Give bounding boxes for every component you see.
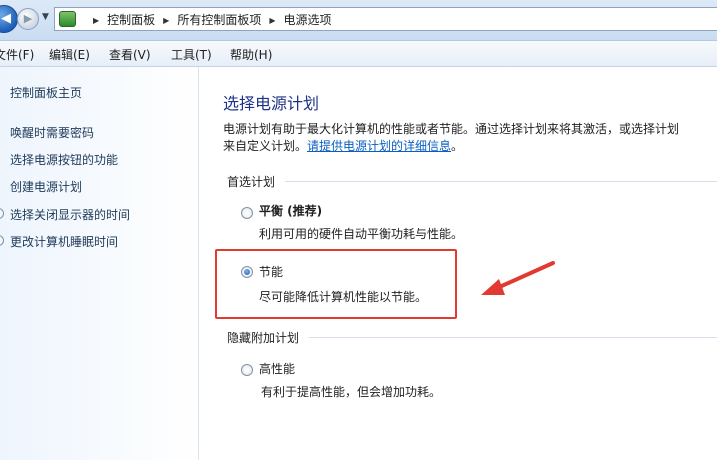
address-field[interactable]: ▶ 控制面板 ▶ 所有控制面板项 ▶ 电源选项: [54, 7, 717, 31]
sidebar: 控制面板主页 唤醒时需要密码 选择电源按钮的功能 创建电源计划 选择关闭显示器的…: [0, 67, 199, 460]
menu-edit[interactable]: 编辑(E): [49, 46, 90, 63]
address-bar: ◀ ▶ ▼ ▶ 控制面板 ▶ 所有控制面板项 ▶ 电源选项: [0, 0, 717, 41]
power-saver-plan-name[interactable]: 节能: [259, 263, 283, 280]
menu-tools[interactable]: 工具(T): [171, 46, 212, 63]
balanced-plan-desc: 利用可用的硬件自动平衡功耗与性能。: [259, 227, 464, 241]
balanced-plan-radio[interactable]: [241, 207, 253, 219]
preferred-plans-heading: 首选计划: [227, 175, 276, 189]
power-saver-plan-radio[interactable]: [241, 266, 253, 278]
sidebar-item-sleep-time[interactable]: 更改计算机睡眠时间: [10, 233, 118, 250]
main-content: 选择电源计划 电源计划有助于最大化计算机的性能或者节能。通过选择计划来将其激活，…: [199, 67, 717, 460]
breadcrumb: ▶ 控制面板 ▶ 所有控制面板项 ▶ 电源选项: [85, 11, 332, 28]
sleep-icon: [0, 235, 4, 246]
description-line-1: 电源计划有助于最大化计算机的性能或者节能。通过选择计划来将其激活，或选择计划: [223, 122, 680, 136]
highlight-box: [215, 249, 457, 319]
menu-view[interactable]: 查看(V): [109, 46, 151, 63]
high-performance-plan-desc: 有利于提高性能，但会增加功耗。: [261, 385, 442, 399]
breadcrumb-power-options[interactable]: 电源选项: [284, 13, 332, 27]
forward-arrow-icon[interactable]: ▶: [17, 8, 39, 30]
control-panel-icon: [59, 11, 76, 27]
menu-bar: 文件(F) 编辑(E) 查看(V) 工具(T) 帮助(H): [0, 41, 717, 67]
section-divider: [285, 181, 717, 182]
sidebar-item-power-button[interactable]: 选择电源按钮的功能: [10, 151, 118, 168]
sidebar-item-display-off[interactable]: 选择关闭显示器的时间: [10, 206, 130, 223]
breadcrumb-control-panel[interactable]: 控制面板: [107, 13, 155, 27]
high-performance-plan-radio[interactable]: [241, 364, 253, 376]
breadcrumb-all-items[interactable]: 所有控制面板项: [177, 13, 261, 27]
page-title: 选择电源计划: [223, 94, 320, 113]
menu-file[interactable]: 文件(F): [0, 46, 34, 63]
hidden-plans-heading[interactable]: 隐藏附加计划: [227, 329, 299, 346]
sidebar-item-wake-password[interactable]: 唤醒时需要密码: [10, 124, 94, 141]
power-saver-plan-desc: 尽可能降低计算机性能以节能。: [259, 290, 428, 304]
breadcrumb-chevron-icon[interactable]: ▶: [269, 16, 275, 25]
balanced-plan-name[interactable]: 平衡 (推荐): [259, 202, 322, 219]
sidebar-item-home[interactable]: 控制面板主页: [10, 84, 82, 101]
sidebar-item-create-plan[interactable]: 创建电源计划: [10, 178, 82, 195]
section-divider: [309, 337, 717, 338]
page-description: 电源计划有助于最大化计算机的性能或者节能。通过选择计划来将其激活，或选择计划 来…: [223, 121, 717, 155]
breadcrumb-chevron-icon[interactable]: ▶: [163, 16, 169, 25]
plan-details-link[interactable]: 请提供电源计划的详细信息: [307, 139, 451, 153]
breadcrumb-chevron-icon[interactable]: ▶: [93, 16, 99, 25]
high-performance-plan-name[interactable]: 高性能: [259, 360, 295, 377]
description-end: 。: [451, 139, 464, 153]
display-icon: [0, 208, 4, 219]
back-arrow-icon[interactable]: ◀: [0, 5, 18, 33]
recent-pages-dropdown-icon[interactable]: ▼: [42, 12, 49, 22]
pointer-arrow-icon: [481, 261, 555, 295]
menu-help[interactable]: 帮助(H): [230, 46, 272, 63]
description-line-2: 来自定义计划。: [223, 139, 308, 153]
